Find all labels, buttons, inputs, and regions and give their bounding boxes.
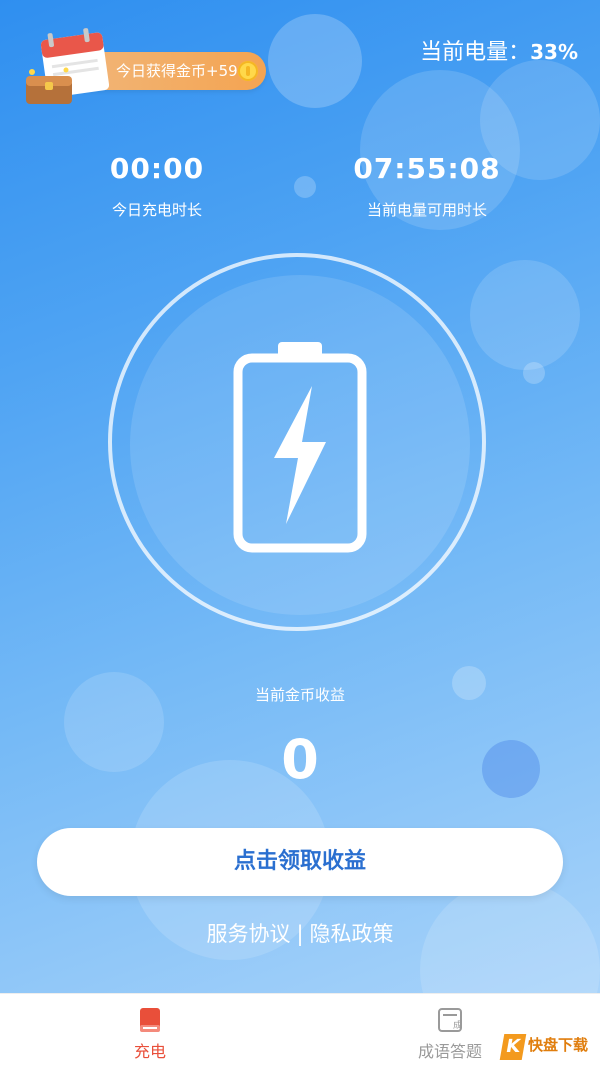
book-icon [140, 1008, 160, 1032]
current-coin-earnings-value: 0 [281, 728, 319, 791]
charging-screen: 当前电量：33% 今日获得金币+59 00:00 今日充电时长 07:55:08… [0, 0, 600, 993]
tab-charge[interactable]: 充电 [110, 994, 190, 1068]
battery-charging-icon [233, 342, 367, 553]
quiz-card-icon: 成 [438, 1008, 462, 1032]
legal-links: 服务协议 | 隐私政策 [0, 918, 600, 948]
current-coin-earnings-label: 当前金币收益 [254, 686, 345, 704]
watermark-badge: K [499, 1034, 527, 1060]
claim-earnings-button[interactable]: 点击领取收益 [37, 828, 563, 896]
legal-separator: | [296, 922, 304, 946]
tab-idiom-quiz-label: 成语答题 [417, 1042, 482, 1061]
usable-battery-duration-label: 当前电量可用时长 [366, 201, 487, 219]
calendar-chest-icon[interactable] [22, 28, 118, 108]
usable-battery-duration: 07:55:08 当前电量可用时长 [327, 152, 527, 220]
svg-text:成: 成 [453, 1019, 462, 1031]
today-charge-duration-value: 00:00 [109, 152, 205, 185]
privacy-policy-link[interactable]: 隐私政策 [310, 922, 394, 946]
battery-level: 当前电量：33% [420, 34, 578, 66]
battery-level-label: 当前电量： [420, 40, 531, 65]
daily-coin-reward-text: 今日获得金币+59 [116, 62, 238, 80]
watermark-logo: K 快盘下载 [499, 1034, 594, 1060]
today-charge-duration-label: 今日充电时长 [111, 201, 202, 219]
bokeh-bubble [470, 260, 580, 370]
today-charge-duration: 00:00 今日充电时长 [57, 152, 257, 220]
tab-idiom-quiz[interactable]: 成 成语答题 [400, 994, 500, 1068]
usable-battery-duration-value: 07:55:08 [353, 152, 501, 185]
watermark-text: 快盘下载 [528, 1036, 589, 1054]
coin-icon [238, 61, 258, 81]
bokeh-bubble [523, 362, 545, 384]
bokeh-bubble [294, 176, 316, 198]
tab-charge-label: 充电 [133, 1042, 166, 1061]
bottom-tab-bar: 充电 成 成语答题 K 快盘下载 [0, 993, 600, 1068]
battery-level-value: 33% [530, 40, 578, 64]
terms-of-service-link[interactable]: 服务协议 [206, 922, 290, 946]
bokeh-bubble [268, 14, 362, 108]
